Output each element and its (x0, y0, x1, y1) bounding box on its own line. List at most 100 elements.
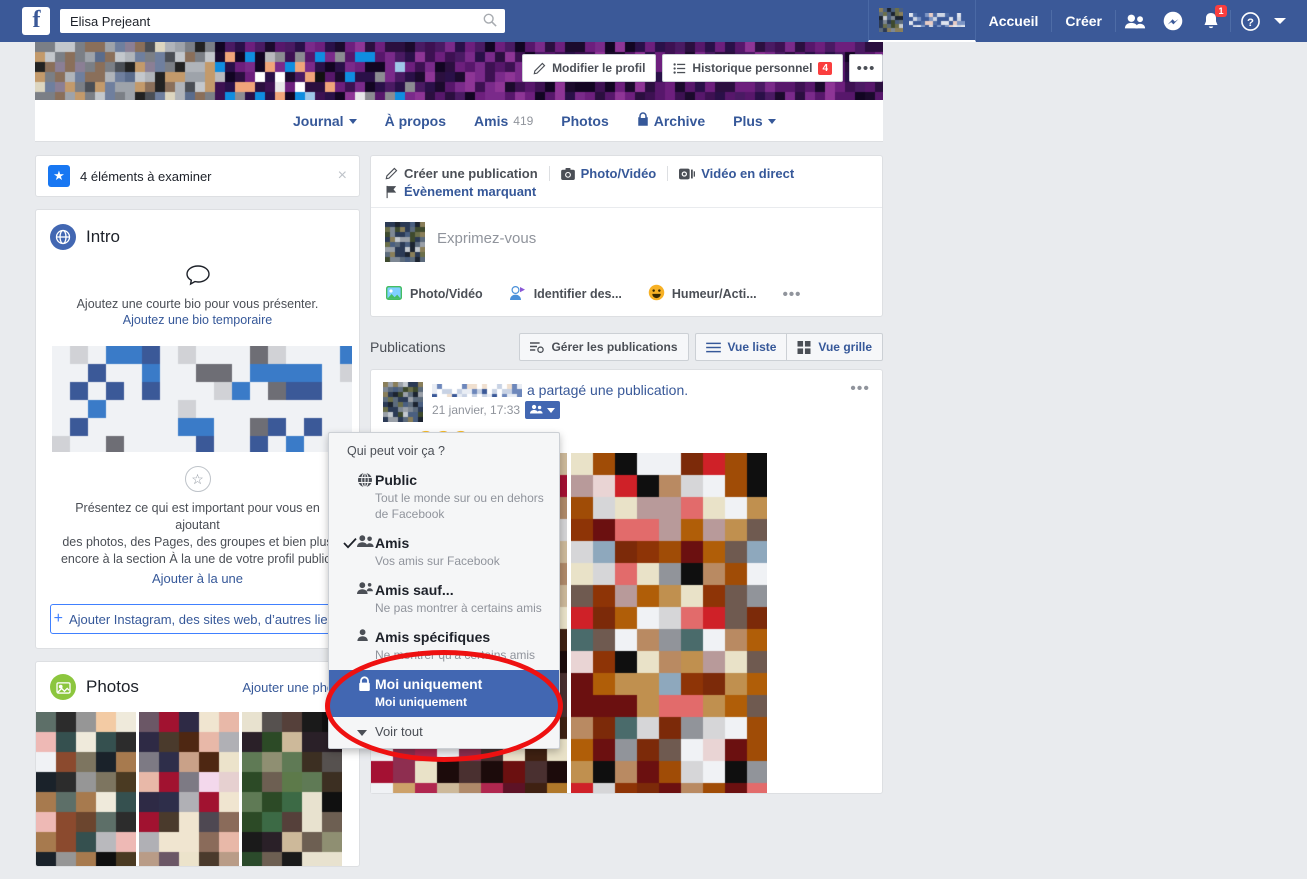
tab-journal[interactable]: Journal (279, 100, 371, 142)
post-audience-chip[interactable] (525, 401, 560, 419)
publications-toolbar: Publications Gérer les publications Vue … (370, 325, 883, 369)
dropdown-see-all-button[interactable]: Voir tout (329, 717, 559, 748)
dropdown-item-amis-subtitle: Vos amis sur Facebook (375, 553, 545, 569)
intro-header: Intro (36, 210, 359, 258)
specific-friends-icon (357, 629, 373, 645)
intro-add-bio-link[interactable]: Ajoutez une bio temporaire (58, 312, 337, 328)
manage-publications-button[interactable]: Gérer les publications (519, 333, 688, 361)
intro-card: Intro Ajoutez une courte bio pour vous p… (35, 209, 360, 649)
help-icon[interactable]: ? (1231, 0, 1269, 42)
notifications-icon[interactable]: 1 (1192, 0, 1230, 42)
nav-link-accueil[interactable]: Accueil (976, 0, 1052, 42)
tab-photos-label: Photos (561, 100, 608, 142)
dropdown-item-public-subtitle: Tout le monde sur ou en dehors de Facebo… (375, 490, 545, 522)
cover-photo[interactable]: Modifier le profil Historique personnel … (35, 42, 883, 100)
divider (667, 166, 668, 181)
tab-photos[interactable]: Photos (547, 100, 622, 142)
divider (549, 166, 550, 181)
composer-tabs: Créer une publication Photo/Vidéo Vidéo … (371, 156, 882, 208)
intro-bio-prompt: Ajoutez une courte bio pour vous présent… (58, 296, 337, 312)
tag-person-icon (509, 285, 527, 304)
composer-input-row[interactable]: Exprimez-vous (371, 208, 882, 276)
star-badge-icon: ★ (48, 165, 70, 187)
featured-line-3: encore à la section À la une de votre pr… (52, 551, 343, 568)
tab-archive[interactable]: Archive (623, 100, 719, 142)
friends-except-icon (357, 582, 373, 598)
post-shared-text: a partagé une publication. (527, 382, 688, 398)
tab-amis-count: 419 (513, 100, 533, 142)
composer-action-photo-video-label: Photo/Vidéo (410, 287, 483, 301)
edit-profile-button[interactable]: Modifier le profil (522, 54, 656, 82)
account-menu-caret-icon[interactable] (1269, 0, 1307, 42)
photos-header: Photos Ajouter une photo (36, 662, 359, 712)
composer-action-feeling-label: Humeur/Acti... (672, 287, 757, 301)
photo-thumbnail[interactable] (242, 712, 342, 866)
composer-tab-photo-video[interactable]: Photo/Vidéo (561, 166, 668, 181)
grid-view-button[interactable]: Vue grille (787, 333, 883, 361)
nav-link-creer[interactable]: Créer (1052, 0, 1115, 42)
dropdown-item-amis-specifiques-title: Amis spécifiques (375, 628, 545, 647)
post-image[interactable] (571, 453, 767, 793)
chevron-down-icon (357, 730, 367, 736)
composer-tab-live-video[interactable]: Vidéo en direct (679, 166, 805, 181)
composer-tab-create-post[interactable]: Créer une publication (385, 166, 549, 181)
post-metadata: 21 janvier, 17:33 (432, 401, 870, 419)
dropdown-item-public-title: Public (375, 471, 545, 490)
add-links-button[interactable]: + Ajouter Instagram, des sites web, d’au… (50, 604, 345, 634)
svg-text:?: ? (1247, 16, 1254, 28)
dropdown-item-moi-uniquement[interactable]: Moi uniquement Moi uniquement (329, 670, 559, 717)
top-nav-right: Accueil Créer 1 ? (868, 0, 1307, 42)
avatar[interactable] (383, 382, 423, 422)
profile-header-card: Modifier le profil Historique personnel … (35, 42, 883, 142)
tab-journal-label: Journal (293, 100, 344, 142)
tab-a-propos[interactable]: À propos (371, 100, 460, 142)
chevron-down-icon (768, 119, 776, 124)
featured-description: Présentez ce qui est important pour vous… (52, 500, 343, 568)
post-more-options-button[interactable]: ••• (850, 380, 870, 398)
composer-action-tag-friends[interactable]: Identifier des... (509, 285, 622, 304)
featured-section: ☆ Présentez ce qui est important pour vo… (36, 452, 359, 592)
nav-profile-link[interactable] (868, 0, 976, 42)
dropdown-item-amis-sauf[interactable]: Amis sauf... Ne pas montrer à certains a… (329, 576, 559, 623)
profile-more-options-button[interactable]: ••• (849, 54, 883, 82)
manage-publications-label: Gérer les publications (551, 340, 677, 354)
photo-thumbnail[interactable] (139, 712, 239, 866)
dropdown-item-amis[interactable]: Amis Vos amis sur Facebook (329, 529, 559, 576)
publications-title: Publications (370, 339, 519, 355)
featured-add-link[interactable]: Ajouter à la une (52, 571, 343, 586)
post-author-name-redacted (432, 384, 522, 397)
featured-line-1: Présentez ce qui est important pour vous… (52, 500, 343, 534)
items-to-review-banner[interactable]: ★ 4 éléments à examiner × (35, 155, 360, 197)
composer-action-more[interactable]: ••• (783, 286, 802, 303)
composer-action-row: Photo/Vidéo Identifier des... Humeur/Act… (371, 276, 882, 316)
dropdown-item-amis-specifiques[interactable]: Amis spécifiques Ne montrer qu’à certain… (329, 623, 559, 670)
messenger-icon[interactable] (1154, 0, 1192, 42)
dropdown-item-public[interactable]: Public Tout le monde sur ou en dehors de… (329, 466, 559, 529)
intro-title: Intro (86, 227, 120, 247)
search-input[interactable] (68, 13, 497, 30)
tab-plus-label: Plus (733, 100, 763, 142)
composer-tab-life-event-label: Évènement marquant (404, 184, 536, 199)
composer-placeholder[interactable]: Exprimez-vous (437, 222, 536, 247)
edit-profile-label: Modifier le profil (552, 61, 645, 75)
composer-tab-life-event[interactable]: Évènement marquant (385, 184, 547, 199)
intro-bio-section: Ajoutez une courte bio pour vous présent… (36, 258, 359, 338)
photos-title: Photos (86, 677, 232, 697)
close-icon[interactable]: × (338, 167, 347, 185)
composer-action-feeling[interactable]: Humeur/Acti... (648, 284, 757, 304)
top-navigation-bar: f Accueil Créer 1 ? (0, 0, 1307, 42)
more-dots-icon: ••• (783, 286, 802, 303)
activity-log-button[interactable]: Historique personnel 4 (662, 54, 843, 82)
friend-requests-icon[interactable] (1116, 0, 1154, 42)
search-box[interactable] (60, 9, 505, 33)
list-view-button[interactable]: Vue liste (695, 333, 788, 361)
photo-thumbnail[interactable] (36, 712, 136, 866)
tab-plus[interactable]: Plus (719, 100, 790, 142)
facebook-logo[interactable]: f (22, 7, 50, 35)
photo-video-icon (385, 285, 403, 304)
composer-card: Créer une publication Photo/Vidéo Vidéo … (370, 155, 883, 317)
post-author-line: a partagé une publication. (432, 382, 870, 398)
composer-action-photo-video[interactable]: Photo/Vidéo (385, 285, 483, 304)
grid-view-label: Vue grille (818, 340, 872, 354)
tab-amis[interactable]: Amis 419 (460, 100, 547, 142)
